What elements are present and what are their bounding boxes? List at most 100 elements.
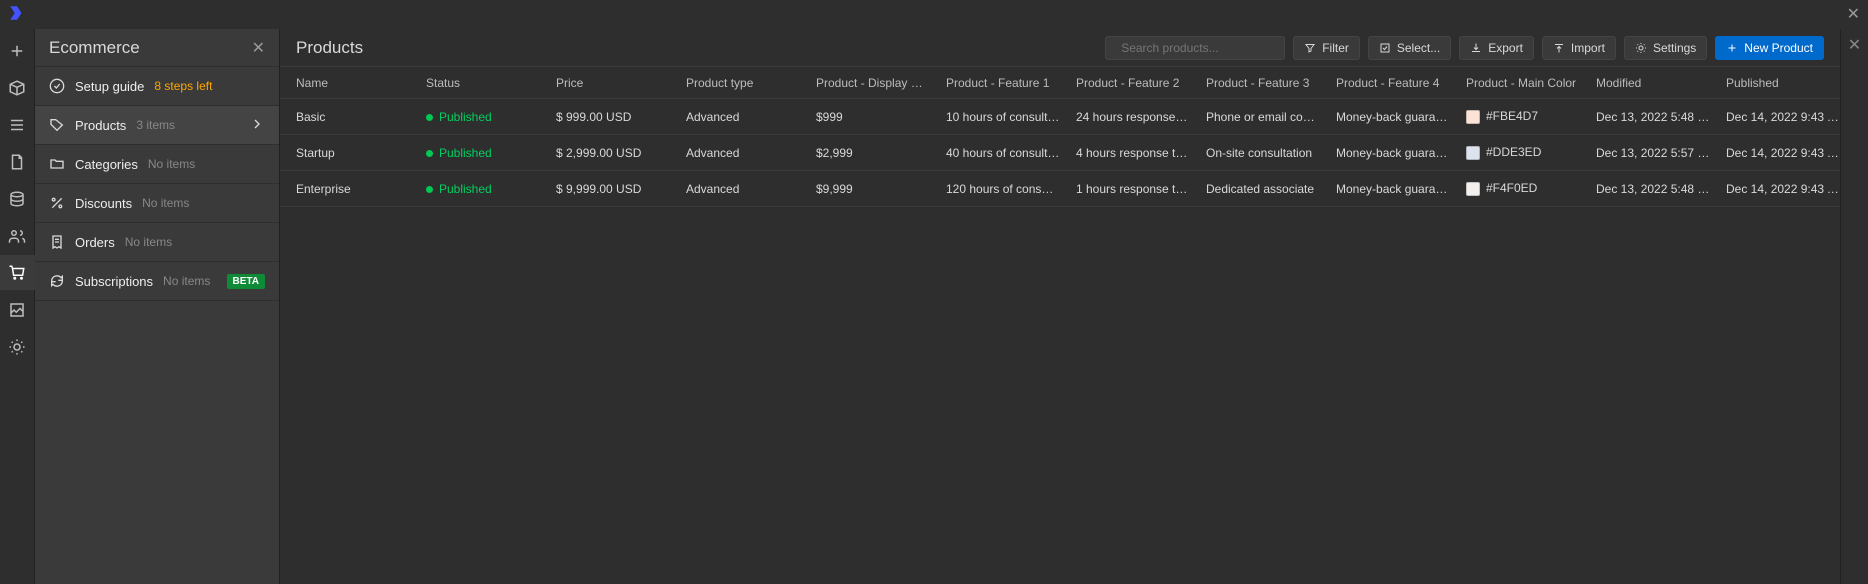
export-button[interactable]: Export — [1459, 36, 1534, 60]
sidebar-item-setup-guide[interactable]: Setup guide 8 steps left — [35, 67, 279, 106]
search-input[interactable] — [1121, 41, 1276, 55]
cell-color: #DDE3ED — [1458, 145, 1588, 160]
sidebar-item-label: Subscriptions — [75, 274, 153, 289]
sidebar-item-label: Discounts — [75, 196, 132, 211]
cell-feature-4: Money-back guarantee — [1328, 182, 1458, 196]
page-title: Products — [296, 38, 1097, 58]
cell-modified: Dec 13, 2022 5:57 PM — [1588, 146, 1718, 160]
sidebar-item-label: Setup guide — [75, 79, 144, 94]
sidebar-item-subscriptions[interactable]: Subscriptions No items BETA — [35, 262, 279, 301]
col-modified[interactable]: Modified — [1588, 76, 1718, 90]
pages-icon[interactable] — [0, 144, 35, 179]
col-display-price[interactable]: Product - Display Price — [808, 76, 938, 90]
table-header: Name Status Price Product type Product -… — [280, 67, 1840, 99]
webflow-logo-icon[interactable] — [8, 4, 26, 25]
import-button[interactable]: Import — [1542, 36, 1616, 60]
cell-price: $ 2,999.00 USD — [548, 146, 678, 160]
add-icon[interactable] — [0, 33, 35, 68]
new-product-button[interactable]: New Product — [1715, 36, 1824, 60]
check-circle-icon — [49, 78, 65, 94]
right-gutter: ✕ — [1840, 29, 1868, 584]
sidebar-item-orders[interactable]: Orders No items — [35, 223, 279, 262]
sidebar-item-meta: 8 steps left — [154, 79, 212, 93]
topbar-close-icon[interactable]: ✕ — [1847, 4, 1860, 24]
plus-icon — [1726, 42, 1738, 54]
col-feature-2[interactable]: Product - Feature 2 — [1068, 76, 1198, 90]
left-icon-strip — [0, 29, 35, 584]
cell-feature-4: Money-back guarantee — [1328, 146, 1458, 160]
col-feature-4[interactable]: Product - Feature 4 — [1328, 76, 1458, 90]
ecommerce-sidepanel: Ecommerce ✕ Setup guide 8 steps left Produ… — [35, 29, 280, 584]
sidebar-item-label: Products — [75, 118, 126, 133]
settings-button[interactable]: Settings — [1624, 36, 1707, 60]
cell-modified: Dec 13, 2022 5:48 PM — [1588, 182, 1718, 196]
content-area: Products Filter Select... Export Import … — [280, 29, 1840, 584]
cell-feature-2: 24 hours response ti... — [1068, 110, 1198, 124]
cell-name: Basic — [288, 110, 418, 124]
percent-icon — [49, 195, 65, 211]
search-box[interactable] — [1105, 36, 1285, 60]
cell-type: Advanced — [678, 146, 808, 160]
select-button[interactable]: Select... — [1368, 36, 1451, 60]
sidebar-item-label: Orders — [75, 235, 115, 250]
folder-icon — [49, 156, 65, 172]
beta-badge: BETA — [227, 274, 265, 289]
col-main-color[interactable]: Product - Main Color — [1458, 76, 1588, 90]
table-row[interactable]: StartupPublished$ 2,999.00 USDAdvanced$2… — [280, 135, 1840, 171]
cell-status: Published — [418, 182, 548, 196]
check-square-icon — [1379, 42, 1391, 54]
cell-modified: Dec 13, 2022 5:48 PM — [1588, 110, 1718, 124]
cell-type: Advanced — [678, 182, 808, 196]
sidepanel-title: Ecommerce — [49, 38, 252, 58]
sidebar-item-meta: No items — [142, 196, 189, 210]
sidepanel-close-icon[interactable]: ✕ — [252, 38, 265, 58]
sidebar-item-meta: No items — [125, 235, 172, 249]
cell-published: Dec 14, 2022 9:43 AM — [1718, 182, 1840, 196]
tag-icon — [49, 117, 65, 133]
cell-feature-4: Money-back guarantee — [1328, 110, 1458, 124]
cell-price: $ 999.00 USD — [548, 110, 678, 124]
navigator-icon[interactable] — [0, 107, 35, 142]
col-feature-1[interactable]: Product - Feature 1 — [938, 76, 1068, 90]
cell-feature-1: 40 hours of consultat... — [938, 146, 1068, 160]
right-panel-close-icon[interactable]: ✕ — [1848, 35, 1861, 55]
col-published[interactable]: Published — [1718, 76, 1840, 90]
cell-color: #FBE4D7 — [1458, 109, 1588, 124]
products-table: Name Status Price Product type Product -… — [280, 67, 1840, 584]
table-row[interactable]: EnterprisePublished$ 9,999.00 USDAdvance… — [280, 171, 1840, 207]
sidebar-item-categories[interactable]: Categories No items — [35, 145, 279, 184]
col-status[interactable]: Status — [418, 76, 548, 90]
cms-icon[interactable] — [0, 181, 35, 216]
cell-published: Dec 14, 2022 9:43 AM — [1718, 146, 1840, 160]
col-price[interactable]: Price — [548, 76, 678, 90]
col-name[interactable]: Name — [288, 76, 418, 90]
sidebar-item-discounts[interactable]: Discounts No items — [35, 184, 279, 223]
users-icon[interactable] — [0, 218, 35, 253]
cell-status: Published — [418, 146, 548, 160]
receipt-icon — [49, 234, 65, 250]
cell-feature-3: Phone or email consu... — [1198, 110, 1328, 124]
cell-name: Startup — [288, 146, 418, 160]
ecommerce-icon[interactable] — [0, 255, 35, 290]
box-icon[interactable] — [0, 70, 35, 105]
col-type[interactable]: Product type — [678, 76, 808, 90]
assets-icon[interactable] — [0, 292, 35, 327]
cell-feature-3: Dedicated associate — [1198, 182, 1328, 196]
cell-feature-3: On-site consultation — [1198, 146, 1328, 160]
sidebar-item-meta: No items — [148, 157, 195, 171]
col-feature-3[interactable]: Product - Feature 3 — [1198, 76, 1328, 90]
table-row[interactable]: BasicPublished$ 999.00 USDAdvanced$99910… — [280, 99, 1840, 135]
sidebar-item-meta: No items — [163, 274, 210, 288]
import-icon — [1553, 42, 1565, 54]
cell-price: $ 9,999.00 USD — [548, 182, 678, 196]
cell-display-price: $2,999 — [808, 146, 938, 160]
filter-button[interactable]: Filter — [1293, 36, 1360, 60]
settings-icon[interactable] — [0, 329, 35, 364]
cell-display-price: $999 — [808, 110, 938, 124]
sidebar-item-products[interactable]: Products 3 items — [35, 106, 279, 145]
topbar: ✕ — [0, 0, 1868, 29]
sidebar-item-label: Categories — [75, 157, 138, 172]
sidebar-item-meta: 3 items — [136, 118, 175, 132]
cell-feature-1: 120 hours of consulta... — [938, 182, 1068, 196]
search-icon — [1114, 42, 1115, 54]
